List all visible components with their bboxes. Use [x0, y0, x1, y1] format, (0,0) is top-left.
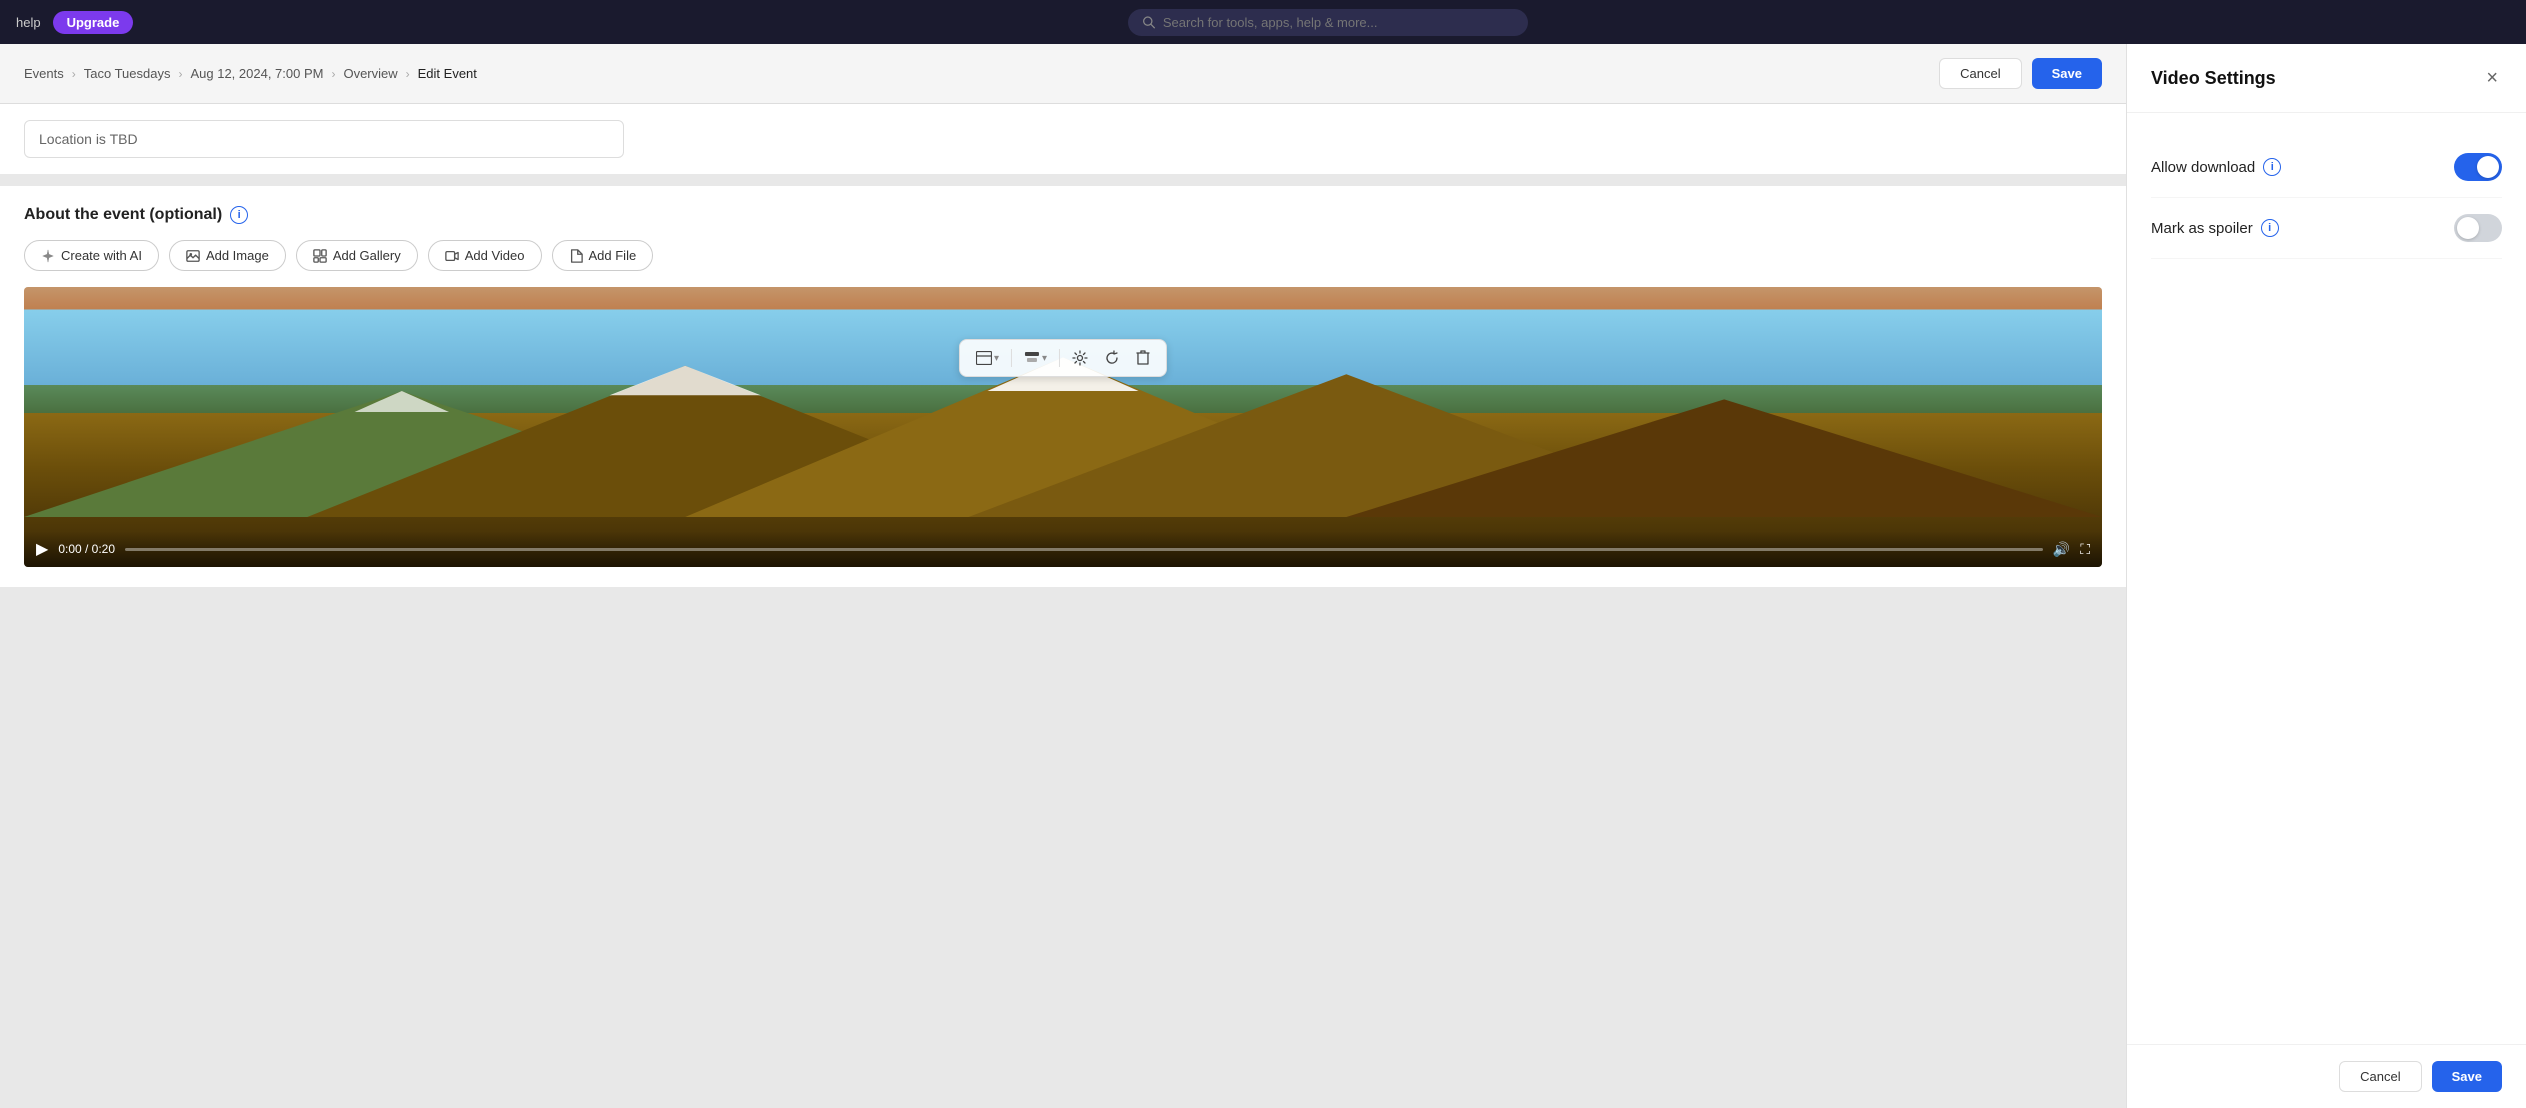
about-section: About the event (optional) i Create with… [0, 186, 2126, 587]
content-toolbar: Create with AI Add Image [24, 240, 2102, 271]
settings-body: Allow download i Mark as spoiler i [2127, 113, 2526, 1044]
align-icon [1024, 351, 1040, 365]
sparkle-icon [41, 249, 55, 263]
breadcrumb-sep-2: › [178, 67, 182, 81]
allow-download-info-icon[interactable]: i [2263, 158, 2281, 176]
about-info-icon[interactable]: i [230, 206, 248, 224]
top-nav: help Upgrade [0, 0, 2526, 44]
allow-download-label: Allow download i [2151, 158, 2281, 176]
breadcrumb-sep-1: › [72, 67, 76, 81]
add-video-button[interactable]: Add Video [428, 240, 542, 271]
settings-title: Video Settings [2151, 68, 2276, 89]
settings-gear-icon [1072, 350, 1088, 366]
create-ai-button[interactable]: Create with AI [24, 240, 159, 271]
nav-help-link[interactable]: help [16, 15, 41, 30]
breadcrumb-overview[interactable]: Overview [343, 66, 397, 81]
search-bar [1128, 9, 1528, 36]
layout-button[interactable]: ▾ [970, 347, 1005, 369]
header-cancel-button[interactable]: Cancel [1939, 58, 2021, 89]
settings-cancel-button[interactable]: Cancel [2339, 1061, 2421, 1092]
main-content: Events › Taco Tuesdays › Aug 12, 2024, 7… [0, 44, 2526, 1108]
time-display: 0:00 / 0:20 [58, 542, 115, 556]
progress-bar[interactable] [125, 548, 2043, 551]
video-container: ▾ ▾ [24, 287, 2102, 567]
delete-button[interactable] [1130, 346, 1156, 370]
align-chevron: ▾ [1042, 353, 1047, 364]
about-title: About the event (optional) [24, 206, 222, 224]
play-button[interactable]: ▶ [36, 539, 48, 559]
fullscreen-button[interactable]: ⛶ [2080, 541, 2090, 558]
search-icon [1142, 15, 1155, 29]
image-icon [186, 249, 200, 263]
rotate-icon [1104, 350, 1120, 366]
settings-button[interactable] [1066, 346, 1094, 370]
editor-area: Events › Taco Tuesdays › Aug 12, 2024, 7… [0, 44, 2126, 1108]
allow-download-toggle[interactable] [2454, 153, 2502, 181]
breadcrumb: Events › Taco Tuesdays › Aug 12, 2024, 7… [0, 44, 2126, 104]
sep-1 [1011, 349, 1012, 367]
search-input[interactable] [1163, 15, 1514, 30]
layout-chevron: ▾ [994, 353, 999, 364]
video-settings-panel: Video Settings × Allow download i Mark [2126, 44, 2526, 1108]
breadcrumb-taco[interactable]: Taco Tuesdays [84, 66, 171, 81]
gallery-icon [313, 249, 327, 263]
mark-as-spoiler-row: Mark as spoiler i [2151, 198, 2502, 259]
about-header: About the event (optional) i [24, 206, 2102, 224]
mark-as-spoiler-label: Mark as spoiler i [2151, 219, 2279, 237]
breadcrumb-sep-3: › [331, 67, 335, 81]
add-gallery-button[interactable]: Add Gallery [296, 240, 418, 271]
settings-close-button[interactable]: × [2482, 64, 2502, 92]
header-save-button[interactable]: Save [2032, 58, 2102, 89]
breadcrumb-date[interactable]: Aug 12, 2024, 7:00 PM [190, 66, 323, 81]
add-file-button[interactable]: Add File [552, 240, 654, 271]
breadcrumb-events[interactable]: Events [24, 66, 64, 81]
settings-header: Video Settings × [2127, 44, 2526, 113]
cancel-save-bar: Cancel Save [1939, 58, 2102, 89]
volume-button[interactable]: 🔊 [2053, 541, 2070, 558]
file-icon [569, 249, 583, 263]
settings-footer: Cancel Save [2127, 1044, 2526, 1108]
location-section [0, 104, 2126, 174]
align-button[interactable]: ▾ [1018, 347, 1053, 369]
add-image-button[interactable]: Add Image [169, 240, 286, 271]
trash-icon [1136, 350, 1150, 366]
breadcrumb-current: Edit Event [418, 66, 477, 81]
video-icon [445, 249, 459, 263]
allow-download-row: Allow download i [2151, 137, 2502, 198]
video-preview: ▶ 0:00 / 0:20 🔊 ⛶ [24, 287, 2102, 567]
video-controls: ▶ 0:00 / 0:20 🔊 ⛶ [24, 531, 2102, 567]
layout-icon [976, 351, 992, 365]
settings-save-button[interactable]: Save [2432, 1061, 2502, 1092]
spoiler-info-icon[interactable]: i [2261, 219, 2279, 237]
spoiler-thumb [2457, 217, 2479, 239]
mark-as-spoiler-toggle[interactable] [2454, 214, 2502, 242]
location-input[interactable] [24, 120, 624, 158]
sep-2 [1059, 349, 1060, 367]
rotate-button[interactable] [1098, 346, 1126, 370]
allow-download-thumb [2477, 156, 2499, 178]
video-floating-toolbar: ▾ ▾ [959, 339, 1167, 377]
upgrade-button[interactable]: Upgrade [53, 11, 134, 34]
breadcrumb-sep-4: › [406, 67, 410, 81]
